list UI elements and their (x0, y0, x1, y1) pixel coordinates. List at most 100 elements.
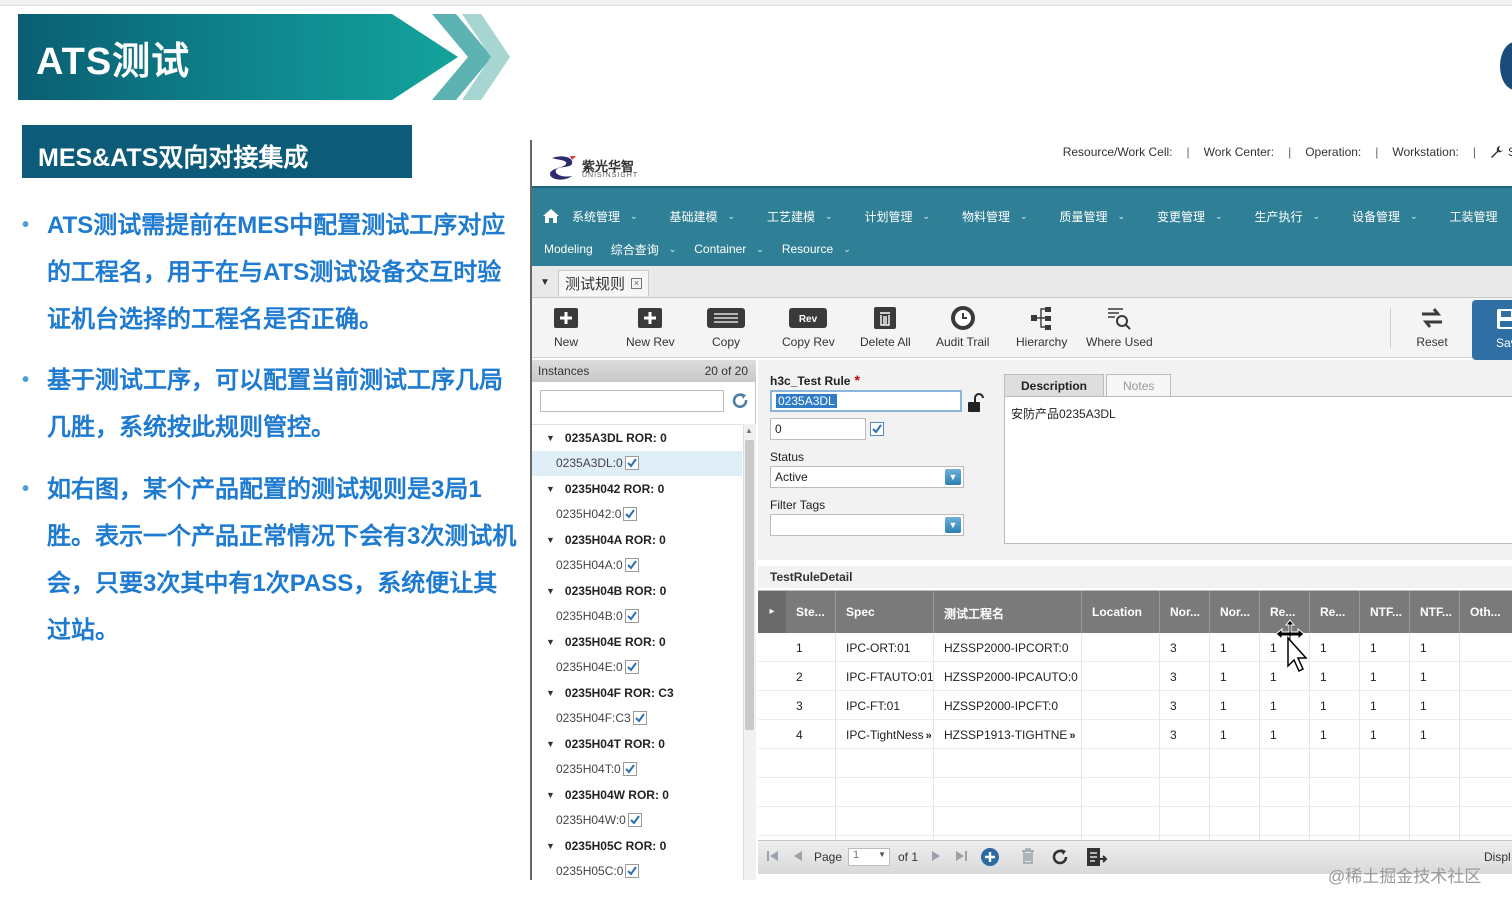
instance-checkbox[interactable] (627, 813, 642, 828)
status-select[interactable]: Active ▼ (770, 466, 964, 488)
instance-group[interactable]: ▼ 0235H04B ROR: 0 (532, 578, 742, 604)
instance-group[interactable]: ▼ 0235H04W ROR: 0 (532, 782, 742, 808)
instance-item[interactable]: 0235H05C:0 (532, 859, 742, 881)
instance-item[interactable]: 0235H04B:0 (532, 604, 742, 630)
menu-query[interactable]: 综合查询 ⌄ (611, 241, 677, 258)
menu-change[interactable]: 变更管理 ⌄ (1157, 208, 1255, 225)
instance-group[interactable]: ▼ 0235H04A ROR: 0 (532, 527, 742, 553)
menu-resource[interactable]: Resource ⌄ (782, 242, 851, 256)
instance-item[interactable]: 0235H04E:0 (532, 655, 742, 681)
expand-arrow-icon[interactable]: ▼ (546, 790, 555, 800)
expand-arrow-icon[interactable]: ▼ (546, 535, 555, 545)
delete-all-button[interactable]: Delete All (860, 304, 911, 352)
revision-input[interactable]: 0 (770, 418, 866, 440)
name-input[interactable]: 0235A3DL (770, 390, 962, 412)
prev-page-icon[interactable] (792, 849, 804, 863)
add-row-icon[interactable] (980, 847, 1000, 867)
instance-checkbox[interactable] (632, 711, 647, 726)
hierarchy-button[interactable]: Hierarchy (1016, 304, 1067, 352)
work-center[interactable]: Work Center: (1204, 145, 1274, 159)
column-header[interactable]: Re... (1310, 591, 1360, 633)
table-row[interactable]: 1 IPC-ORT:01 HZSSP2000-IPCORT:0 3 1 1 1 1 1 (758, 633, 1512, 662)
instance-item[interactable]: 0235H042:0 (532, 502, 742, 528)
menu-equipment[interactable]: 设备管理 ⌄ (1352, 208, 1450, 225)
table-row[interactable]: 4 IPC-TightNess» HZSSP1913-TIGHTNE» 3 1 1 1 1 1 (758, 720, 1512, 749)
column-header[interactable]: Location (1082, 591, 1160, 633)
column-header[interactable]: Nor... (1210, 591, 1260, 633)
expand-arrow-icon[interactable]: ▼ (546, 841, 555, 851)
workstation[interactable]: Workstation: (1392, 145, 1458, 159)
menu-planning[interactable]: 计划管理 ⌄ (865, 208, 963, 225)
instance-group[interactable]: ▼ 0235A3DL ROR: 0 (532, 425, 742, 451)
instance-item[interactable]: 0235H04T:0 (532, 757, 742, 783)
instance-group[interactable]: ▼ 0235H05C ROR: 0 (532, 833, 742, 859)
expand-arrow-icon[interactable]: ▼ (546, 688, 555, 698)
expand-icon[interactable]: ▸ (758, 591, 786, 633)
menu-quality[interactable]: 质量管理 ⌄ (1060, 208, 1158, 225)
menu-process-modeling[interactable]: 工艺建模 ⌄ (767, 208, 865, 225)
delete-row-icon[interactable] (1020, 847, 1036, 865)
instance-checkbox[interactable] (624, 558, 639, 573)
instance-checkbox[interactable] (624, 609, 639, 624)
new-rev-button[interactable]: New Rev (626, 304, 675, 352)
export-icon[interactable] (1086, 847, 1108, 867)
new-button[interactable]: New (546, 304, 586, 352)
instance-group[interactable]: ▼ 0235H042 ROR: 0 (532, 476, 742, 502)
menu-material[interactable]: 物料管理 ⌄ (962, 208, 1060, 225)
expand-arrow-icon[interactable]: ▼ (546, 586, 555, 596)
revision-default-checkbox[interactable] (870, 422, 884, 436)
column-header[interactable]: Oth... (1460, 591, 1512, 633)
menu-tooling[interactable]: 工装管理 (1450, 208, 1512, 225)
filter-tags-select[interactable]: ▼ (770, 514, 964, 536)
instance-checkbox[interactable] (624, 456, 639, 471)
instance-group[interactable]: ▼ 0235H04E ROR: 0 (532, 629, 742, 655)
refresh-icon[interactable] (730, 391, 750, 411)
column-header[interactable]: Ste... (786, 591, 836, 633)
tab-test-rule[interactable]: 测试规则 × (558, 270, 650, 296)
tab-collapse-icon[interactable]: ▼ (536, 274, 554, 292)
menu-modeling[interactable]: Modeling (544, 242, 593, 256)
column-header[interactable]: NTF... (1410, 591, 1460, 633)
instance-checkbox[interactable] (622, 762, 637, 777)
audit-trail-button[interactable]: Audit Trail (936, 304, 989, 352)
column-header[interactable]: Spec (836, 591, 934, 633)
description-textarea[interactable]: 安防产品0235A3DL (1004, 396, 1512, 544)
instance-group[interactable]: ▼ 0235H04T ROR: 0 (532, 731, 742, 757)
menu-system[interactable]: 系统管理 ⌄ (572, 208, 670, 225)
instance-item[interactable]: 0235H04A:0 (532, 553, 742, 579)
tab-notes[interactable]: Notes (1106, 374, 1172, 396)
instance-checkbox[interactable] (623, 507, 638, 522)
table-row[interactable]: 2 IPC-FTAUTO:01 HZSSP2000-IPCAUTO:0 3 1 1 1 1 1 (758, 662, 1512, 691)
reset-button[interactable]: Reset (1412, 304, 1452, 352)
instance-search-input[interactable] (540, 390, 724, 412)
unlock-icon[interactable] (966, 393, 984, 413)
where-used-button[interactable]: Where Used (1086, 304, 1153, 352)
copy-button[interactable]: Copy (706, 304, 746, 352)
page-input[interactable]: 1 ▼ (848, 848, 890, 866)
first-page-icon[interactable] (766, 849, 780, 863)
last-page-icon[interactable] (954, 849, 968, 863)
menu-base-modeling[interactable]: 基础建模 ⌄ (670, 208, 768, 225)
instance-group[interactable]: ▼ 0235H04F ROR: C3 (532, 680, 742, 706)
scroll-up-icon[interactable]: ▲ (745, 426, 753, 435)
column-header[interactable]: NTF... (1360, 591, 1410, 633)
settings-label[interactable]: S (1508, 145, 1512, 159)
instance-item[interactable]: 0235A3DL:0 (532, 450, 742, 476)
operation[interactable]: Operation: (1305, 145, 1361, 159)
copy-rev-button[interactable]: Rev Copy Rev (782, 304, 835, 352)
expand-arrow-icon[interactable]: ▼ (546, 637, 555, 647)
expand-arrow-icon[interactable]: ▼ (546, 484, 555, 494)
instance-item[interactable]: 0235H04W:0 (532, 808, 742, 834)
instance-item[interactable]: 0235H04F:C3 (532, 706, 742, 732)
close-icon[interactable]: × (631, 278, 643, 289)
instance-checkbox[interactable] (625, 864, 640, 879)
home-icon[interactable] (542, 208, 560, 224)
instance-checkbox[interactable] (624, 660, 639, 675)
expand-arrow-icon[interactable]: ▼ (546, 433, 555, 443)
next-page-icon[interactable] (930, 849, 942, 863)
expand-more-icon[interactable]: » (1069, 730, 1075, 742)
menu-container[interactable]: Container ⌄ (694, 242, 764, 256)
column-header[interactable]: 测试工程名 (934, 591, 1082, 633)
expand-arrow-icon[interactable]: ▼ (546, 739, 555, 749)
menu-production[interactable]: 生产执行 ⌄ (1255, 208, 1353, 225)
